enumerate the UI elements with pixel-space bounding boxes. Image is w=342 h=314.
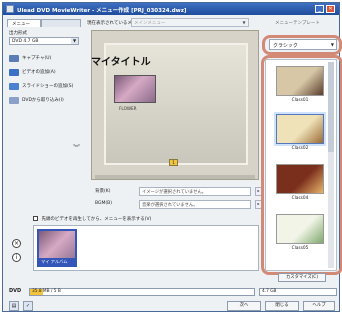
close-icon: ✕ [328, 6, 333, 12]
delete-icon[interactable]: × [12, 239, 21, 248]
tab-other[interactable] [41, 19, 81, 27]
template-thumb-class01[interactable] [276, 66, 324, 96]
tab-menu[interactable]: メニュー [7, 19, 41, 27]
close-button[interactable]: 閉じる [265, 301, 299, 311]
autoplay-checkbox[interactable] [33, 216, 38, 221]
capture-button[interactable]: キャプチャ(U) [9, 51, 87, 65]
minimize-icon: _ [318, 6, 321, 12]
info-icon[interactable]: i [12, 253, 21, 262]
disc-capacity-select[interactable]: 4.7 GB [259, 288, 337, 296]
disc-usage-text: 35.8 MB / 5 B [32, 289, 61, 294]
template-category-select[interactable]: クラシック ▼ [269, 39, 337, 50]
app-icon [6, 5, 14, 13]
template-name: Class01 [291, 98, 309, 103]
add-video-button[interactable]: ビデオの追加(A) [9, 65, 87, 79]
chevron-down-icon: ▼ [242, 20, 246, 25]
menu-list-item[interactable]: マイ アルバム [37, 229, 77, 267]
autoplay-row[interactable]: 先頭のビデオを再生してから、メニューを表示する(V) [33, 216, 151, 222]
template-thumb-class05[interactable] [276, 214, 324, 244]
background-row: 背景(K) イメージが選択されていません。 ▸ [95, 187, 265, 197]
capture-icon [9, 54, 19, 62]
autoplay-label: 先頭のビデオを再生してから、メニューを表示する(V) [41, 217, 152, 222]
chevron-down-icon: ▼ [330, 42, 334, 47]
double-chevron-down-icon[interactable]: ︾ [73, 143, 80, 153]
template-category-value: クラシック [273, 43, 298, 49]
template-name: Class04 [291, 196, 309, 201]
disc-type-label: DVD [9, 288, 22, 294]
disc-usage-row: DVD 35.8 MB / 5 B 4.7 GB [7, 287, 337, 297]
template-list: Class01 Class02 Class04 Class05 [265, 59, 337, 271]
bgm-label: BGM(B) [95, 201, 112, 206]
disc-usage-bar: 35.8 MB / 5 B [29, 288, 255, 296]
close-window-button[interactable]: ✕ [326, 5, 335, 13]
add-slideshow-button[interactable]: スライドショーの追加(S) [9, 79, 87, 93]
menu-list: マイ アルバム [33, 225, 259, 271]
output-format-label: 出力形式 [9, 31, 27, 36]
import-dvd-icon [9, 96, 19, 104]
customize-button[interactable]: カスタマイズ(C) [278, 273, 326, 282]
capture-label: キャプチャ(U) [22, 56, 52, 61]
title-bar: Ulead DVD MovieWriter - メニュー作成 [PRJ_0303… [3, 3, 339, 15]
minimize-button[interactable]: _ [315, 5, 324, 13]
add-video-label: ビデオの追加(A) [22, 70, 56, 75]
add-video-icon [9, 68, 19, 76]
menu-list-item-label: マイ アルバム [39, 258, 75, 265]
check-icon[interactable]: ✓ [23, 301, 33, 311]
output-format-value: DVD 4.7 GB [12, 39, 39, 44]
settings-menu-icon[interactable]: ▤ [9, 301, 19, 311]
thumbnail-label[interactable]: FLOWER [119, 106, 137, 111]
scrollbar-thumb[interactable] [328, 62, 334, 152]
current-menu-select[interactable]: メインメニュー ▼ [131, 18, 249, 27]
template-name: Class05 [291, 246, 309, 251]
window-title: Ulead DVD MovieWriter - メニュー作成 [PRJ_0303… [17, 8, 187, 14]
chevron-down-icon: ▼ [71, 38, 78, 44]
left-panel: 出力形式 DVD 4.7 GB ▼ キャプチャ(U) ビデオの追加(A) スライ… [9, 30, 87, 107]
template-scrollbar[interactable] [328, 62, 334, 268]
background-field[interactable]: イメージが選択されていません。 [139, 187, 251, 196]
help-button[interactable]: ヘルプ [303, 301, 335, 311]
import-dvd-label: DVDから取り込み(I) [22, 98, 64, 103]
bgm-field[interactable]: 音楽が選択されていません。 [139, 200, 251, 209]
footer: ▤ ✓ 次へ 閉じる ヘルプ [3, 299, 339, 312]
menu-thumbnail[interactable] [114, 75, 156, 103]
import-dvd-button[interactable]: DVDから取り込み(I) [9, 93, 87, 107]
current-menu-value: メインメニュー [134, 21, 166, 26]
template-thumb-class04[interactable] [276, 164, 324, 194]
template-label: メニューテンプレート [275, 21, 320, 26]
next-button[interactable]: 次へ [227, 301, 261, 311]
menu-title-text[interactable]: マイタイトル [91, 53, 151, 68]
bgm-row: BGM(B) 音楽が選択されていません。 ▸ [95, 200, 265, 210]
preview-nav-strip [95, 175, 255, 179]
template-thumb-class02[interactable] [276, 114, 324, 144]
page-button[interactable]: 1 [169, 159, 178, 166]
output-format-select[interactable]: DVD 4.7 GB ▼ [9, 37, 79, 45]
add-slideshow-icon [9, 82, 19, 90]
background-label: 背景(K) [95, 189, 111, 194]
template-name: Class02 [291, 146, 309, 151]
app-window: Ulead DVD MovieWriter - メニュー作成 [PRJ_0303… [2, 2, 342, 312]
add-slideshow-label: スライドショーの追加(S) [22, 84, 74, 89]
